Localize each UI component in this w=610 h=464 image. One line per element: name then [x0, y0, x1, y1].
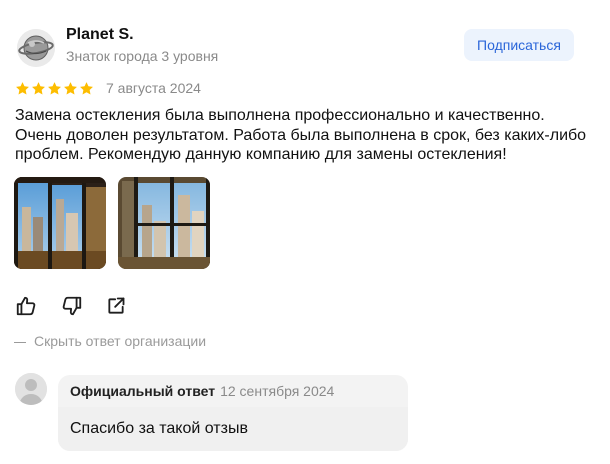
thumbs-up-icon: [16, 296, 36, 316]
org-avatar: [15, 373, 47, 405]
review-date: 7 августа 2024: [106, 80, 201, 96]
review-photo[interactable]: [118, 177, 210, 269]
subscribe-button[interactable]: Подписаться: [464, 29, 574, 61]
balcony-window-photo: [14, 177, 106, 269]
review-photo[interactable]: [14, 177, 106, 269]
org-answer-text: Спасибо за такой отзыв: [70, 420, 248, 437]
org-answer-date: 12 сентября 2024: [220, 383, 335, 399]
toggle-org-answer-label: Скрыть ответ организации: [34, 333, 207, 349]
org-answer-body: Спасибо за такой отзыв: [58, 407, 408, 451]
author-avatar[interactable]: [17, 29, 55, 67]
star-icon: [16, 82, 29, 95]
share-button[interactable]: [104, 294, 128, 318]
star-icon: [32, 82, 45, 95]
user-placeholder-icon: [15, 373, 47, 405]
star-icon: [80, 82, 93, 95]
toggle-org-answer-link[interactable]: Скрыть ответ организации: [14, 333, 206, 349]
org-answer-bubble: Официальный ответ 12 сентября 2024 Спасиб…: [58, 375, 408, 451]
star-rating: [15, 81, 94, 97]
star-icon: [64, 82, 77, 95]
balcony-window-photo: [118, 177, 210, 269]
author-level: Знаток города 3 уровня: [66, 48, 219, 64]
dash-icon: [14, 341, 26, 343]
planet-logo-icon: [17, 29, 55, 67]
share-icon: [108, 297, 125, 314]
review-text: Замена остекления была выполнена професс…: [15, 107, 587, 163]
review-card: Planet S. Знаток города 3 уровня Подписа…: [0, 0, 610, 464]
dislike-button[interactable]: [60, 294, 84, 318]
org-answer-label: Официальный ответ: [70, 383, 216, 399]
author-name[interactable]: Planet S.: [66, 26, 134, 44]
org-answer-header: Официальный ответ 12 сентября 2024: [70, 383, 334, 399]
like-button[interactable]: [14, 294, 38, 318]
thumbs-down-icon: [62, 296, 82, 316]
star-icon: [48, 82, 61, 95]
